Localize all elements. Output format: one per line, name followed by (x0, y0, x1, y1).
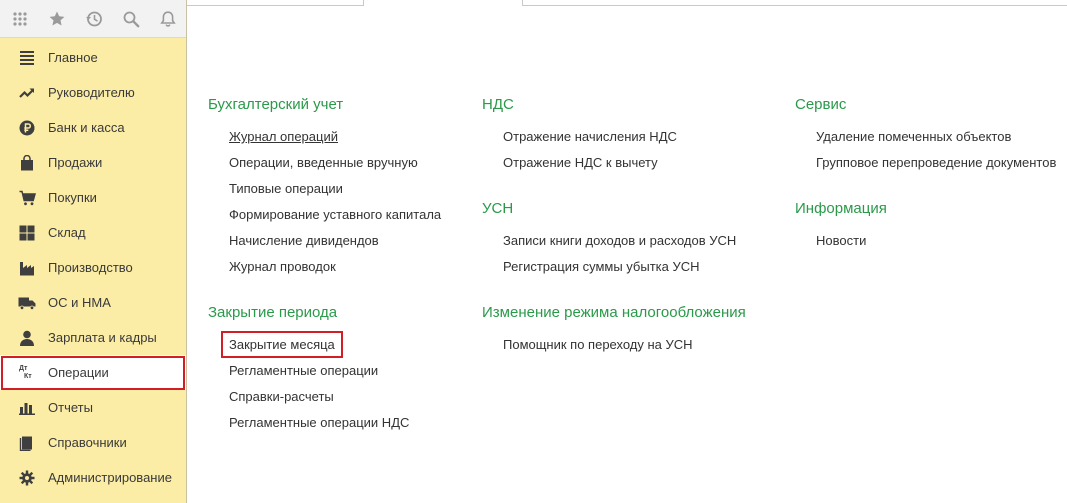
search-icon[interactable] (112, 0, 149, 37)
dt-label: Дт (19, 364, 28, 372)
link-authorized-capital[interactable]: Формирование уставного капитала (229, 207, 441, 222)
gear-icon (18, 469, 36, 487)
section-title-service: Сервис (795, 96, 847, 113)
factory-icon (18, 259, 36, 277)
sections-list: Главное Руководителю Банк и касса Продаж… (0, 40, 186, 495)
history-icon[interactable] (75, 0, 112, 37)
nav-item-label: Администрирование (48, 470, 172, 485)
nav-item-label: Операции (48, 365, 109, 380)
nav-item-label: Главное (48, 50, 98, 65)
link-usn-transition-assistant[interactable]: Помощник по переходу на УСН (503, 337, 693, 352)
nav-item-label: Зарплата и кадры (48, 330, 157, 345)
truck-icon (18, 294, 36, 312)
nav-item-sales[interactable]: Продажи (0, 145, 186, 180)
link-routine-operations[interactable]: Регламентные операции (229, 363, 378, 378)
link-dividends[interactable]: Начисление дивидендов (229, 233, 379, 248)
shopping-bag-icon (18, 154, 36, 172)
nav-item-label: ОС и НМА (48, 295, 111, 310)
trend-arrow-icon (18, 84, 36, 102)
warehouse-grid-icon (18, 224, 36, 242)
top-tab-strip (187, 0, 1067, 6)
section-title-vat: НДС (482, 96, 514, 113)
link-batch-reposting[interactable]: Групповое перепроведение документов (816, 155, 1056, 170)
nav-item-label: Банк и касса (48, 120, 125, 135)
nav-item-manager[interactable]: Руководителю (0, 75, 186, 110)
nav-item-operations[interactable]: Дт Кт Операции (0, 355, 186, 390)
link-month-closing[interactable]: Закрытие месяца (229, 337, 335, 352)
ruble-coin-icon (18, 119, 36, 137)
kt-label: Кт (24, 372, 32, 380)
nav-item-label: Отчеты (48, 400, 93, 415)
section-title-info: Информация (795, 200, 887, 217)
nav-item-production[interactable]: Производство (0, 250, 186, 285)
nav-item-label: Руководителю (48, 85, 135, 100)
section-title-period-closing: Закрытие периода (208, 304, 338, 321)
menu-lines-icon (18, 49, 36, 67)
person-icon (18, 329, 36, 347)
nav-item-reports[interactable]: Отчеты (0, 390, 186, 425)
link-calculation-certificates[interactable]: Справки-расчеты (229, 389, 334, 404)
nav-item-label: Справочники (48, 435, 127, 450)
nav-item-fixed-assets[interactable]: ОС и НМА (0, 285, 186, 320)
nav-item-main[interactable]: Главное (0, 40, 186, 75)
book-icon (18, 434, 36, 452)
link-vat-deduction[interactable]: Отражение НДС к вычету (503, 155, 658, 170)
link-vat-routine-operations[interactable]: Регламентные операции НДС (229, 415, 409, 430)
link-usn-loss-registration[interactable]: Регистрация суммы убытка УСН (503, 259, 700, 274)
section-title-accounting: Бухгалтерский учет (208, 96, 344, 113)
link-usn-income-book[interactable]: Записи книги доходов и расходов УСН (503, 233, 736, 248)
sections-panel: Главное Руководителю Банк и касса Продаж… (0, 0, 187, 503)
nav-item-purchases[interactable]: Покупки (0, 180, 186, 215)
nav-item-catalogs[interactable]: Справочники (0, 425, 186, 460)
link-typical-operations[interactable]: Типовые операции (229, 181, 343, 196)
bell-icon[interactable] (149, 0, 186, 37)
section-title-tax-mode: Изменение режима налогообложения (482, 304, 746, 321)
nav-item-bank[interactable]: Банк и касса (0, 110, 186, 145)
nav-item-label: Покупки (48, 190, 97, 205)
star-icon[interactable] (38, 0, 75, 37)
section-title-usn: УСН (482, 200, 514, 217)
cart-icon (18, 189, 36, 207)
link-delete-marked[interactable]: Удаление помеченных объектов (816, 129, 1011, 144)
bar-chart-icon (18, 399, 36, 417)
link-vat-accrual[interactable]: Отражение начисления НДС (503, 129, 677, 144)
nav-item-warehouse[interactable]: Склад (0, 215, 186, 250)
dt-kt-icon: Дт Кт (18, 364, 36, 382)
apps-grid-icon[interactable] (1, 0, 38, 37)
panel-toolbar (0, 0, 186, 38)
link-postings-journal[interactable]: Журнал проводок (229, 259, 336, 274)
link-operations-journal[interactable]: Журнал операций (229, 129, 338, 144)
tab-divider (363, 0, 364, 6)
nav-item-label: Склад (48, 225, 86, 240)
nav-item-label: Производство (48, 260, 133, 275)
nav-item-label: Продажи (48, 155, 103, 170)
tab-divider (522, 5, 1067, 6)
link-news[interactable]: Новости (816, 233, 866, 248)
link-manual-operations[interactable]: Операции, введенные вручную (229, 155, 418, 170)
nav-item-payroll[interactable]: Зарплата и кадры (0, 320, 186, 355)
tab-divider (187, 5, 363, 6)
nav-item-administration[interactable]: Администрирование (0, 460, 186, 495)
